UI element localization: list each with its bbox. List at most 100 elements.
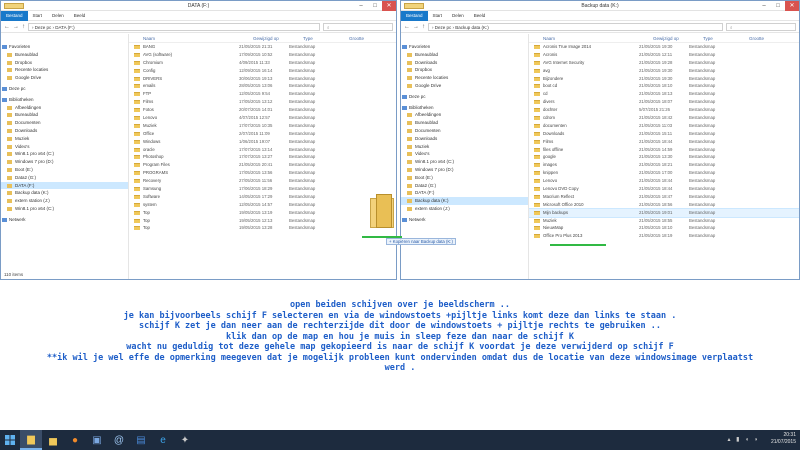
file-row[interactable]: files offline 21/05/2015 14:59 Bestandsmap — [529, 146, 799, 154]
file-row[interactable]: Top 19/05/2015 13:28 Bestandsmap — [129, 224, 396, 232]
sidebar-item[interactable]: Dropbox — [401, 66, 528, 74]
file-row[interactable]: Fotos 20/07/2015 14:01 Bestandsmap — [129, 106, 396, 114]
file-row[interactable]: Lenovo DVD Copy 21/05/2015 18:44 Bestandsm… — [529, 185, 799, 193]
file-row[interactable]: boot cd 21/05/2015 18:10 Bestandsmap — [529, 82, 799, 90]
file-row[interactable]: dochter 5/07/2015 21:26 Bestandsmap — [529, 106, 799, 114]
sidebar-item[interactable]: Favorieten — [401, 43, 528, 51]
explorer-icon[interactable]: ▆ — [20, 430, 42, 450]
file-row[interactable]: Software 14/05/2015 17:29 Bestandsmap — [129, 193, 396, 201]
media-icon[interactable]: ▣ — [86, 430, 108, 450]
tab-bestand[interactable]: Bestand — [401, 10, 428, 21]
file-row[interactable]: Top 19/05/2015 13:19 Bestandsmap — [129, 209, 396, 217]
file-row[interactable]: cdrom 21/05/2015 18:42 Bestandsmap — [529, 114, 799, 122]
file-row[interactable]: Program Files 21/05/2015 20:41 Bestandsmap — [129, 161, 396, 169]
sidebar-item[interactable]: Muziek — [401, 143, 528, 151]
tab-start[interactable]: Start — [428, 11, 448, 21]
close-icon[interactable]: ✕ — [382, 1, 396, 11]
sidebar-item[interactable]: Google Drive — [401, 82, 528, 90]
sidebar-item[interactable]: Bibliotheken — [1, 96, 128, 104]
file-row[interactable]: AVG (software) 17/09/2015 10:52 Bestandsma… — [129, 51, 396, 59]
sidebar-item[interactable]: Favorieten — [1, 43, 128, 51]
at-icon[interactable]: @ — [108, 430, 130, 450]
firefox-icon[interactable]: ● — [64, 430, 86, 450]
forward-arrow-icon[interactable]: → — [13, 24, 19, 30]
sidebar-item[interactable]: Bureaublad — [401, 119, 528, 127]
tab-beeld[interactable]: Beeld — [469, 11, 491, 21]
sidebar-item[interactable]: Google Drive — [1, 74, 128, 82]
file-row[interactable]: Films 17/05/2015 13:12 Bestandsmap — [129, 98, 396, 106]
file-row[interactable]: PROGRAMS 17/05/2015 13:56 Bestandsmap — [129, 169, 396, 177]
sidebar-item[interactable]: Data2 (G:) — [1, 174, 128, 182]
column-type[interactable]: Type — [289, 34, 335, 42]
column-name[interactable]: Naam — [129, 34, 239, 42]
sidebar-item[interactable]: Netwerk — [1, 216, 128, 224]
column-date[interactable]: Gewijzigd op — [239, 34, 289, 42]
file-row[interactable]: NieuwMap 21/05/2015 18:10 Bestandsmap — [529, 224, 799, 232]
settings-icon[interactable]: ✦ — [174, 430, 196, 450]
file-row[interactable]: google 21/05/2015 13:30 Bestandsmap — [529, 153, 799, 161]
sidebar-item[interactable]: Bureaublad — [401, 51, 528, 59]
file-row[interactable]: avg 21/05/2015 19:30 Bestandsmap — [529, 67, 799, 75]
file-row[interactable]: Office Pro Plus 2013 21/05/2015 18:19 Best… — [529, 232, 799, 240]
sidebar-item[interactable]: Netwerk — [401, 216, 528, 224]
file-row[interactable]: Mijn backups 21/05/2015 19:01 Bestandsmap — [529, 207, 799, 218]
file-row[interactable]: images 21/05/2015 18:21 Bestandsmap — [529, 161, 799, 169]
sidebar-item[interactable]: Boot (E:) — [1, 166, 128, 174]
sidebar-item[interactable]: Recente locaties — [1, 66, 128, 74]
start-button[interactable] — [0, 430, 20, 450]
tab-delen[interactable]: Delen — [447, 11, 469, 21]
sidebar-item[interactable]: Downloads — [401, 59, 528, 67]
sidebar-item[interactable]: Muziek — [1, 135, 128, 143]
sidebar-item[interactable]: Recente locaties — [401, 74, 528, 82]
clock[interactable]: 20:31 21/07/2015 — [771, 432, 796, 446]
tab-start[interactable]: Start — [28, 11, 48, 21]
sidebar-item[interactable]: Afbeeldingen — [1, 104, 128, 112]
column-size[interactable]: Grootte — [335, 34, 375, 42]
file-row[interactable]: BANG 21/05/2015 21:31 Bestandsmap — [129, 43, 396, 51]
sidebar-item[interactable]: Downloads — [401, 135, 528, 143]
file-row[interactable]: Office 2/07/2015 11:09 Bestandsmap — [129, 130, 396, 138]
folder-icon[interactable]: ▅ — [42, 430, 64, 450]
sidebar-item[interactable]: DATA (F:) — [1, 181, 128, 190]
column-name[interactable]: Naam — [529, 34, 639, 42]
file-row[interactable]: knippen 21/05/2015 17:00 Bestandsmap — [529, 169, 799, 177]
sidebar-item[interactable]: Backup data (K:) — [1, 189, 128, 197]
file-row[interactable]: Downloads 21/05/2015 15:11 Bestandsmap — [529, 130, 799, 138]
file-row[interactable]: AVG Internet Security 21/05/2015 19:28 Bes… — [529, 59, 799, 67]
sidebar-item[interactable]: Bibliotheken — [401, 104, 528, 112]
search-input[interactable]: ⌕ — [726, 22, 796, 31]
file-row[interactable]: Lenovo 21/05/2015 18:44 Bestandsmap — [529, 177, 799, 185]
back-arrow-icon[interactable]: ← — [404, 24, 410, 30]
file-row[interactable]: Acronis True Image 2014 21/05/2015 19:30 B… — [529, 43, 799, 51]
file-row[interactable]: emails 28/05/2015 13:06 Bestandsmap — [129, 82, 396, 90]
sidebar-item[interactable]: Downloads — [1, 127, 128, 135]
sidebar-item[interactable]: DATA (F:) — [401, 189, 528, 197]
sidebar-item[interactable]: Deze pc — [1, 85, 128, 93]
sidebar-item[interactable]: Afbeeldingen — [401, 111, 528, 119]
sidebar-item[interactable]: Win8.1 pro x64 (C:) — [401, 158, 528, 166]
system-tray-icons[interactable]: ▴ ▮ ◖ ◗ — [727, 436, 760, 443]
file-row[interactable]: Microsoft Office 2010 21/05/2015 18:56 Bes… — [529, 201, 799, 209]
dragged-folder-icon[interactable] — [368, 192, 398, 232]
sidebar-item[interactable]: Documenten — [401, 127, 528, 135]
search-input[interactable]: ⌕ — [323, 22, 393, 31]
word-icon[interactable]: ▤ — [130, 430, 152, 450]
back-arrow-icon[interactable]: ← — [4, 24, 10, 30]
file-row[interactable]: Chromium 4/09/2015 11:33 Bestandsmap — [129, 59, 396, 67]
sidebar-item[interactable]: Backup data (K:) — [401, 197, 528, 205]
sidebar-item[interactable]: Bureaublad — [1, 51, 128, 59]
file-row[interactable]: DRIVERS 30/06/2015 19:13 Bestandsmap — [129, 75, 396, 83]
sidebar-item[interactable]: Windows 7 pro (D:) — [1, 158, 128, 166]
sidebar-item[interactable]: extern station (J:) — [401, 205, 528, 213]
breadcrumb[interactable]: › Deze pc › DATA (F:) — [28, 22, 320, 31]
file-row[interactable]: Samsung 17/06/2015 18:29 Bestandsmap — [129, 185, 396, 193]
tab-delen[interactable]: Delen — [47, 11, 69, 21]
sidebar-item[interactable]: Documenten — [1, 119, 128, 127]
file-row[interactable]: Acronis 21/05/2015 12:11 Bestandsmap — [529, 51, 799, 59]
tab-bestand[interactable]: Bestand — [1, 10, 28, 21]
title-bar[interactable]: Backup data (K:) – □ ✕ — [401, 1, 799, 11]
ie-icon[interactable]: e — [152, 430, 174, 450]
sidebar-item[interactable]: Video's — [1, 143, 128, 151]
file-row[interactable]: divers 21/05/2015 18:07 Bestandsmap — [529, 98, 799, 106]
sidebar-item[interactable]: extern station (J:) — [1, 197, 128, 205]
